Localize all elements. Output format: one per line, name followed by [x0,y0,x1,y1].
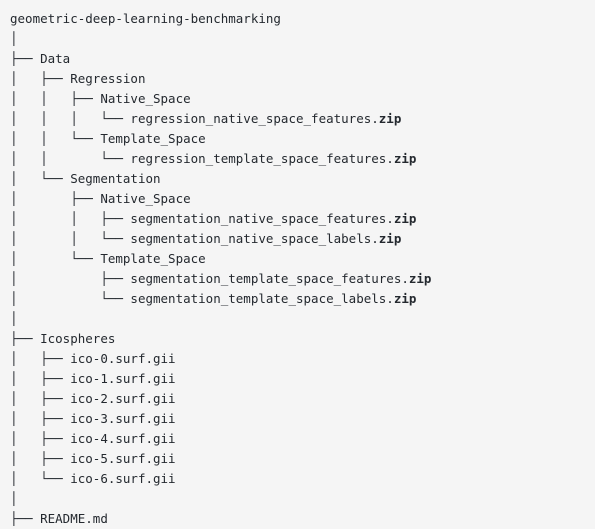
tree-branch-glyphs: │ └── [10,471,71,486]
tree-row: │ ├── Regression [10,69,595,89]
tree-entry-name: segmentation_template_space_labels. [130,291,394,306]
tree-row: │ └── Template_Space [10,249,595,269]
tree-row: ├── Icospheres [10,329,595,349]
tree-row: │ ├── segmentation_template_space_featur… [10,269,595,289]
tree-entry-name: ico-5.surf.gii [70,451,176,466]
tree-entry-name: Native_Space [100,91,191,106]
tree-branch-glyphs: │ [10,311,18,326]
tree-entry-name: segmentation_template_space_features. [130,271,409,286]
tree-row: │ │ ├── segmentation_native_space_featur… [10,209,595,229]
tree-branch-glyphs: │ ├── [10,411,71,426]
tree-row: │ └── Segmentation [10,169,595,189]
tree-entry-name: ico-3.surf.gii [70,411,176,426]
tree-branch-glyphs: │ └── [10,291,131,306]
tree-entry-name: README.md [40,511,108,526]
tree-row: │ └── ico-6.surf.gii [10,469,595,489]
tree-entry-name: ico-6.surf.gii [70,471,176,486]
tree-entry-name: Icospheres [40,331,116,346]
tree-row: │ │ └── regression_template_space_featur… [10,149,595,169]
tree-entry-extension: zip [378,111,402,126]
tree-row: │ │ └── segmentation_native_space_labels… [10,229,595,249]
tree-branch-glyphs: │ [10,491,18,506]
tree-branch-glyphs: │ │ │ └── [10,111,131,126]
tree-entry-name: Regression [70,71,146,86]
tree-branch-glyphs: │ │ ├── [10,211,131,226]
tree-entry-name: segmentation_native_space_features. [130,211,394,226]
tree-branch-glyphs: │ ├── [10,71,71,86]
tree-entry-extension: zip [393,151,417,166]
tree-row: │ │ │ └── regression_native_space_featur… [10,109,595,129]
tree-branch-glyphs: │ └── [10,171,71,186]
repo-root-name: geometric-deep-learning-benchmarking [10,11,281,26]
tree-entry-name: ico-2.surf.gii [70,391,176,406]
tree-branch-glyphs: │ ├── [10,371,71,386]
tree-row: │ │ └── Template_Space [10,129,595,149]
tree-entry-extension: zip [408,271,432,286]
tree-branch-glyphs: │ ├── [10,271,131,286]
tree-row: │ [10,29,595,49]
tree-branch-glyphs: │ ├── [10,391,71,406]
tree-entry-name: Segmentation [70,171,161,186]
tree-entry-name: ico-0.surf.gii [70,351,176,366]
tree-branch-glyphs: │ ├── [10,451,71,466]
tree-row: ├── README.md [10,509,595,529]
tree-row: │ ├── ico-1.surf.gii [10,369,595,389]
tree-branch-glyphs: │ │ └── [10,151,131,166]
tree-row: │ ├── ico-4.surf.gii [10,429,595,449]
tree-entry-name: regression_template_space_features. [130,151,394,166]
tree-entry-extension: zip [378,231,402,246]
tree-branch-glyphs: │ ├── [10,431,71,446]
tree-row: │ ├── ico-0.surf.gii [10,349,595,369]
tree-row: │ └── segmentation_template_space_labels… [10,289,595,309]
tree-branch-glyphs: │ │ └── [10,131,101,146]
tree-row: │ [10,309,595,329]
tree-row: │ [10,489,595,509]
tree-branch-glyphs: │ ├── [10,191,101,206]
tree-entry-name: Template_Space [100,251,206,266]
tree-branch-glyphs: ├── [10,51,41,66]
tree-branch-glyphs: │ [10,31,18,46]
tree-branch-glyphs: │ └── [10,251,101,266]
tree-row: │ ├── Native_Space [10,189,595,209]
tree-entry-name: Native_Space [100,191,191,206]
tree-row: │ ├── ico-2.surf.gii [10,389,595,409]
tree-branch-glyphs: │ │ ├── [10,91,101,106]
tree-entry-name: ico-1.surf.gii [70,371,176,386]
tree-entry-name: segmentation_native_space_labels. [130,231,379,246]
tree-branch-glyphs: │ ├── [10,351,71,366]
tree-row: ├── Data [10,49,595,69]
tree-row: │ ├── ico-5.surf.gii [10,449,595,469]
tree-entry-name: ico-4.surf.gii [70,431,176,446]
tree-entry-extension: zip [393,291,417,306]
tree-branch-glyphs: ├── [10,331,41,346]
tree-entry-name: Data [40,51,71,66]
tree-entry-extension: zip [393,211,417,226]
tree-root-row: geometric-deep-learning-benchmarking [10,9,595,29]
tree-row: │ ├── ico-3.surf.gii [10,409,595,429]
tree-row: │ │ ├── Native_Space [10,89,595,109]
directory-tree: geometric-deep-learning-benchmarking │ ├──… [0,0,595,529]
tree-entry-name: regression_native_space_features. [130,111,379,126]
tree-branch-glyphs: │ │ └── [10,231,131,246]
tree-entry-name: Template_Space [100,131,206,146]
tree-branch-glyphs: ├── [10,511,41,526]
